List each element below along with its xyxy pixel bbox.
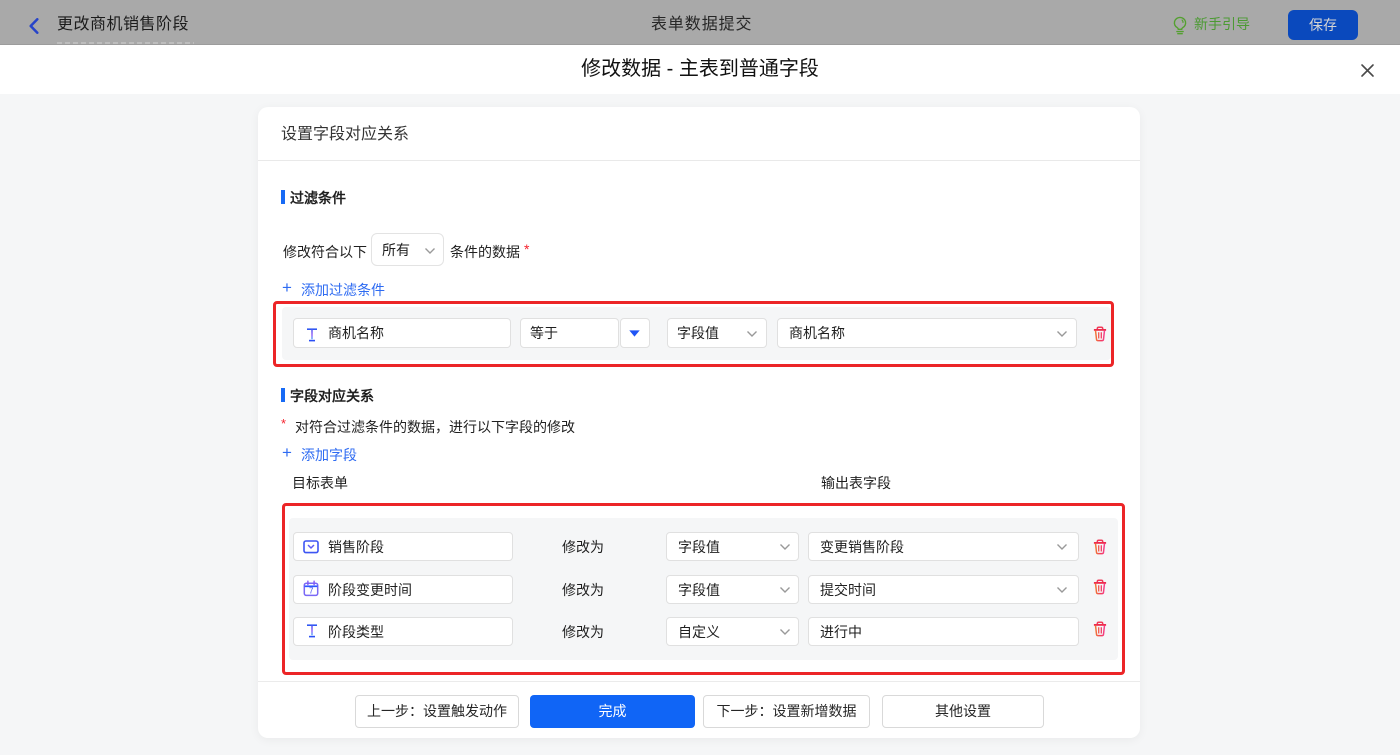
svg-text:7: 7 <box>309 587 314 596</box>
